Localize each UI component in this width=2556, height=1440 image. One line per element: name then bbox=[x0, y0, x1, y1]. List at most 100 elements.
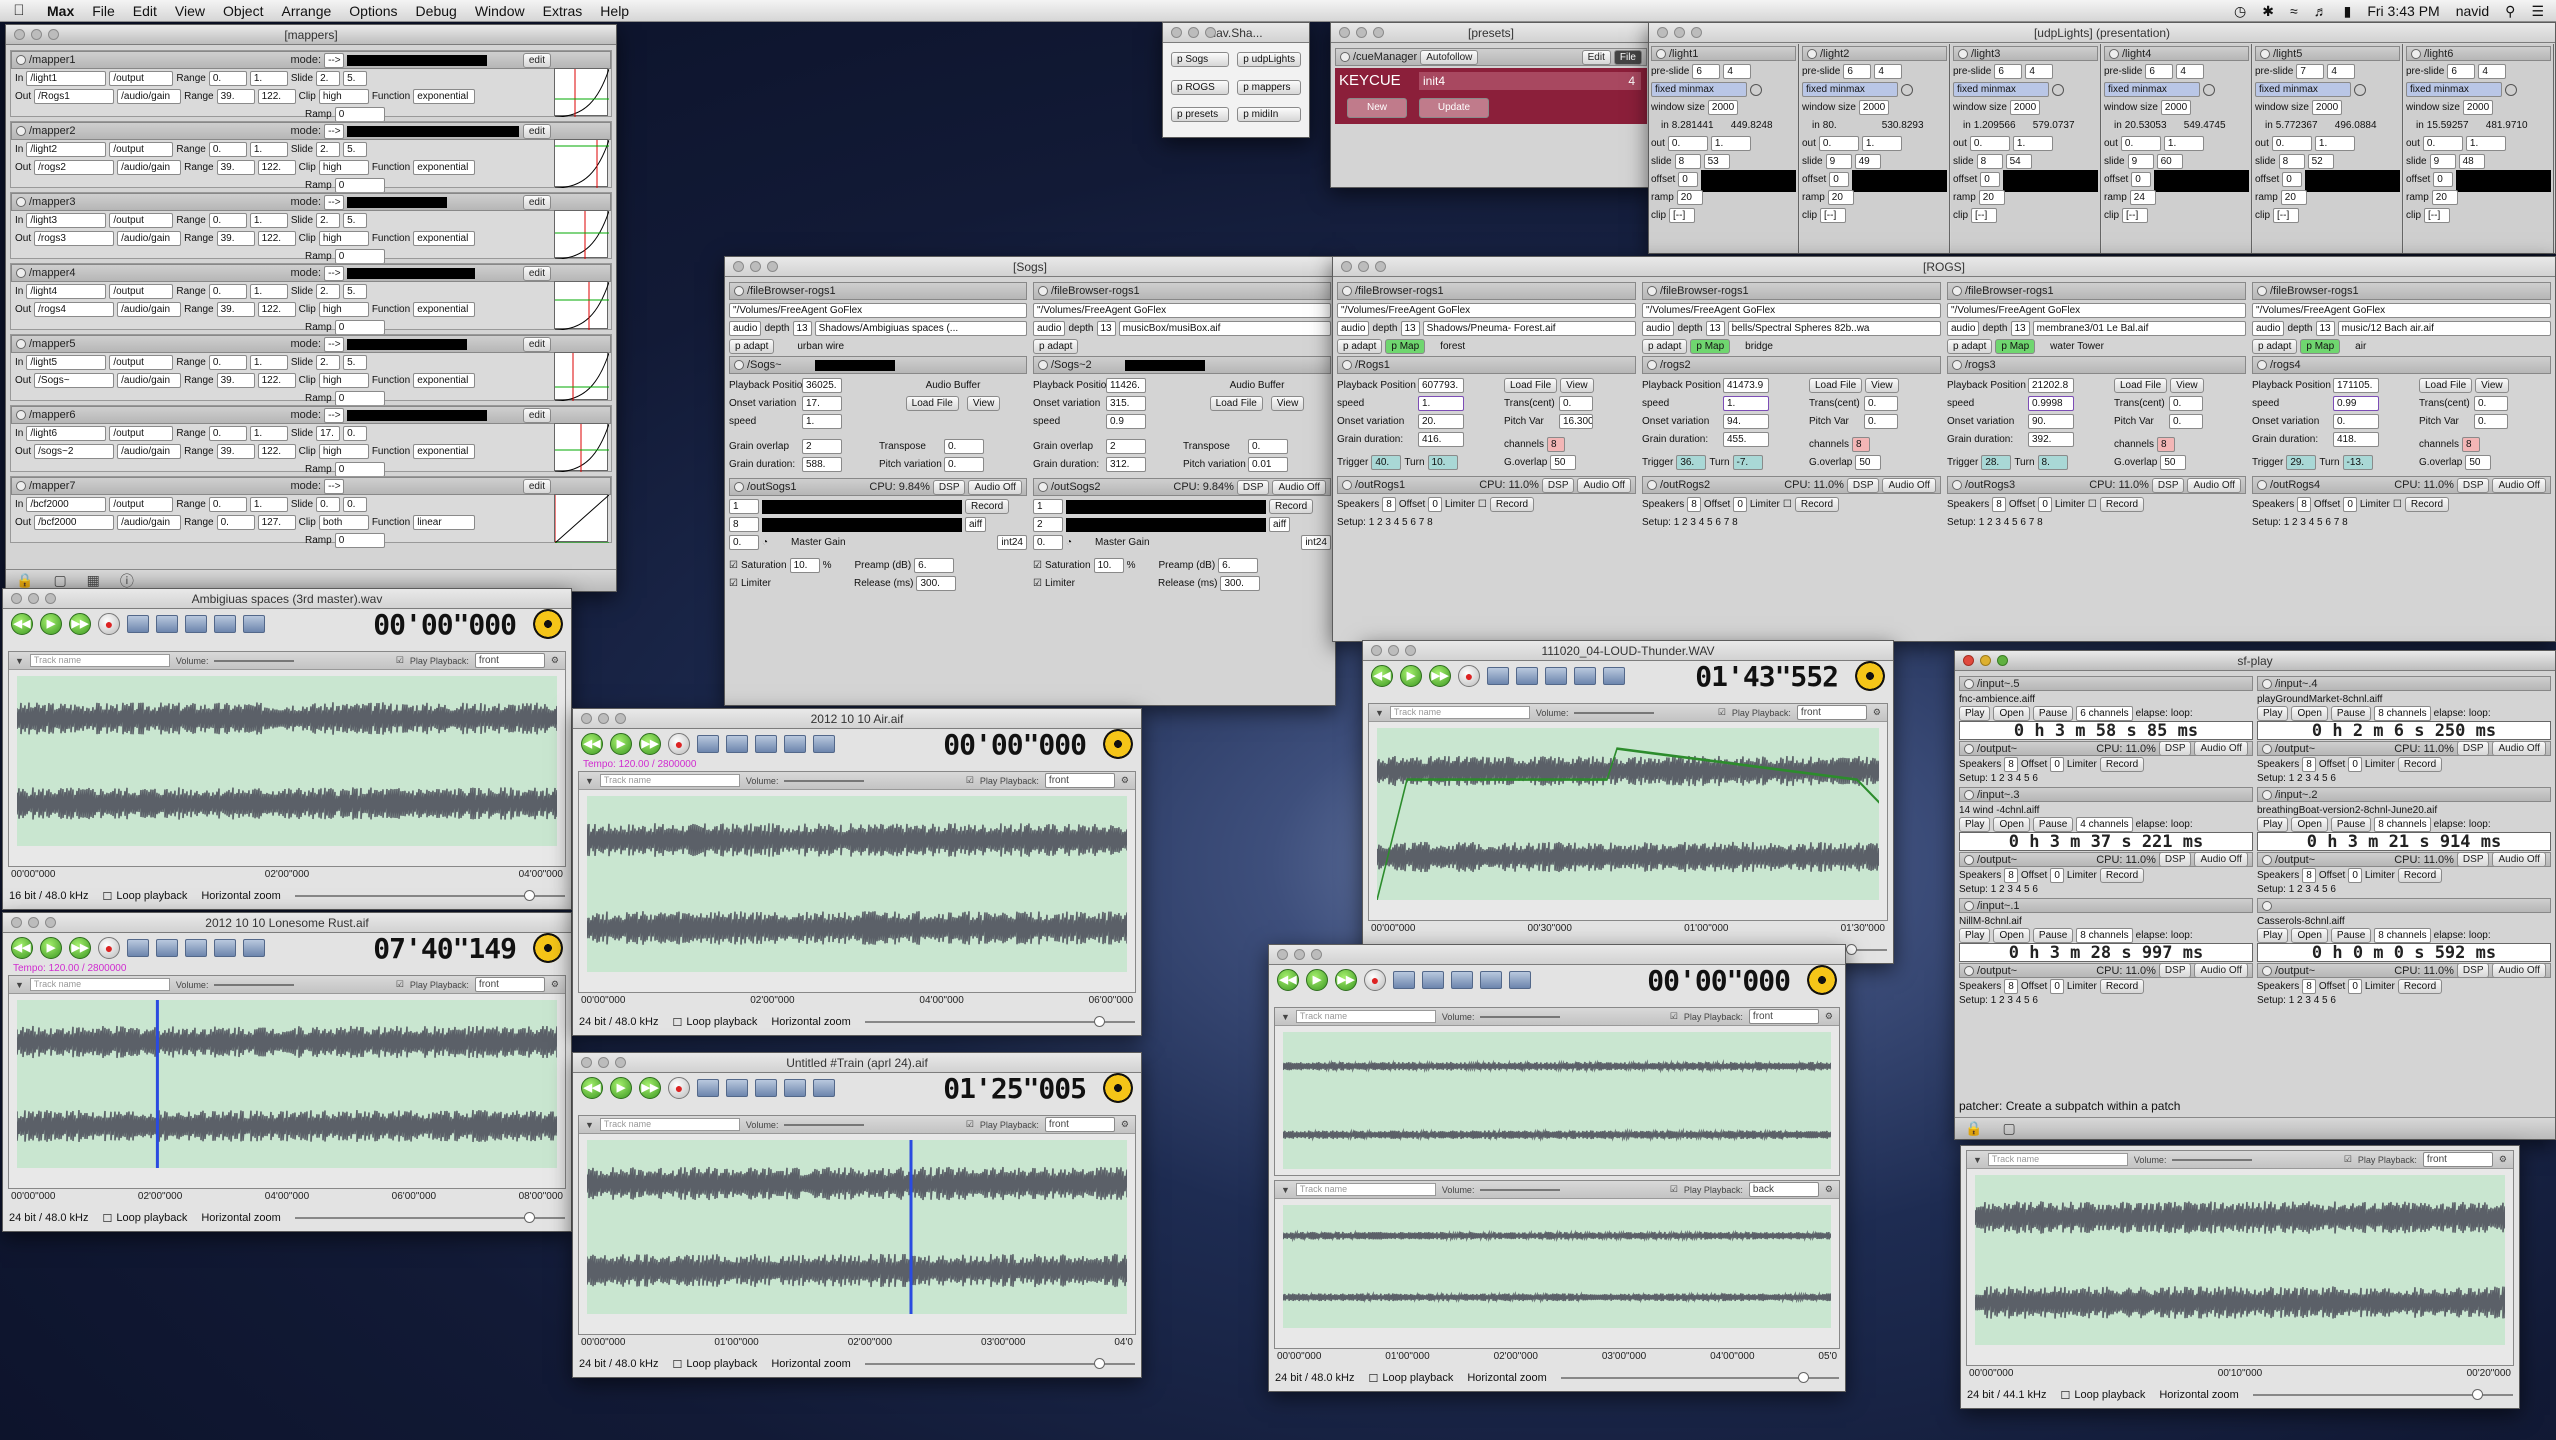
out-range-min-field[interactable]: 39. bbox=[216, 373, 255, 388]
player-titlebar[interactable] bbox=[1269, 945, 1845, 965]
nav-sogs-button[interactable]: p Sogs bbox=[1171, 52, 1230, 67]
lock-icon[interactable]: 🔒 bbox=[16, 572, 33, 589]
close-icon[interactable] bbox=[1342, 480, 1352, 490]
close-icon[interactable] bbox=[1952, 360, 1962, 370]
grain-duration-field[interactable]: 392. bbox=[2028, 432, 2074, 447]
release-field[interactable]: 300. bbox=[916, 576, 957, 591]
rogs-titlebar[interactable]: [ROGS] bbox=[1333, 257, 2555, 277]
grain-overlap-field[interactable]: 50 bbox=[1550, 455, 1577, 470]
preslide-field[interactable]: 6 bbox=[1994, 64, 2023, 79]
view-button[interactable]: View bbox=[1560, 378, 1594, 393]
audio-off-button[interactable]: Audio Off bbox=[2194, 963, 2248, 978]
mode-select[interactable]: fixed minmax bbox=[1953, 82, 2049, 97]
slide-up-field[interactable]: 2. bbox=[316, 355, 341, 370]
function-select[interactable]: exponential bbox=[413, 444, 476, 459]
player-titlebar[interactable]: 2012 10 10 Lonesome Rust.aif bbox=[3, 913, 571, 933]
preset-update-button[interactable]: Update bbox=[1419, 98, 1489, 118]
turn-field[interactable]: -13. bbox=[2342, 455, 2373, 470]
slide-down-field[interactable]: 5. bbox=[343, 142, 368, 157]
nav-titlebar[interactable]: nav.Sha... bbox=[1163, 23, 1309, 43]
load-file-button[interactable]: Load File bbox=[1504, 378, 1558, 393]
audio-off-button[interactable]: Audio Off bbox=[1577, 477, 1631, 493]
channels-select[interactable]: 4 channels bbox=[2076, 817, 2133, 832]
gain-field[interactable]: 0. bbox=[729, 535, 759, 550]
out-range-max-field[interactable]: 122. bbox=[257, 160, 296, 175]
release-field[interactable]: 300. bbox=[1220, 576, 1261, 591]
add-track-icon[interactable] bbox=[1487, 667, 1509, 685]
in-output-field[interactable]: /output bbox=[109, 142, 174, 157]
out-min-field[interactable]: 0. bbox=[2120, 136, 2161, 151]
channels-select[interactable]: 8 channels bbox=[2374, 706, 2431, 721]
channels-field[interactable]: 8 bbox=[1547, 437, 1566, 452]
preset-edit-button[interactable]: Edit bbox=[1581, 49, 1611, 65]
out-target-field[interactable]: /audio/gain bbox=[117, 515, 182, 530]
close-icon[interactable] bbox=[2262, 743, 2272, 754]
play-checkbox[interactable]: ☑ bbox=[1670, 1184, 1678, 1195]
mappers-titlebar[interactable]: [mappers] bbox=[6, 25, 616, 45]
close-icon[interactable] bbox=[1964, 789, 1974, 800]
record-icon[interactable]: ● bbox=[668, 1077, 690, 1099]
type-select[interactable]: audio bbox=[1337, 321, 1370, 336]
out-max-field[interactable]: 1. bbox=[2163, 136, 2204, 151]
file-select[interactable]: music/12 Bach air.aif bbox=[2337, 321, 2551, 336]
reset-toggle[interactable] bbox=[1750, 83, 1762, 96]
grain-overlap-field[interactable]: 50 bbox=[2465, 455, 2492, 470]
browser-path-field[interactable]: "/Volumes/FreeAgent GoFlex bbox=[1033, 303, 1331, 318]
out-range-min-field[interactable]: 39. bbox=[216, 444, 255, 459]
bit-depth-select[interactable]: int24 bbox=[1301, 535, 1331, 550]
grain-overlap-field[interactable]: 2 bbox=[1106, 439, 1146, 454]
preslide-field[interactable]: 7 bbox=[2296, 64, 2325, 79]
settings-icon[interactable] bbox=[784, 735, 806, 753]
menu-arrange[interactable]: Arrange bbox=[272, 3, 340, 19]
dsp-button[interactable]: DSP bbox=[932, 479, 966, 495]
radiation-icon[interactable] bbox=[1103, 1073, 1133, 1103]
browser-path-field[interactable]: "/Volumes/FreeAgent GoFlex bbox=[2252, 303, 2551, 318]
menubar-clock[interactable]: Fri 3:43 PM bbox=[2367, 3, 2439, 19]
range-min-field[interactable]: 0. bbox=[208, 497, 247, 512]
track-lane[interactable]: ▼ Track name Volume: ☑ Play Playback: front ⚙ bbox=[578, 771, 1136, 993]
play-icon[interactable]: ▶ bbox=[40, 937, 62, 959]
onset-variation-field[interactable]: 20. bbox=[1418, 414, 1464, 429]
mixer-icon[interactable] bbox=[185, 939, 207, 957]
ramp-field[interactable]: 20 bbox=[1676, 190, 1703, 205]
close-icon[interactable] bbox=[1964, 854, 1974, 865]
pitch-var-field[interactable]: 0. bbox=[1864, 414, 1898, 429]
type-select[interactable]: audio bbox=[2252, 321, 2285, 336]
speakers-field[interactable]: 8 bbox=[1382, 497, 1396, 512]
playback-select[interactable]: front bbox=[1044, 1117, 1115, 1132]
rewind-icon[interactable]: ◀◀ bbox=[581, 733, 603, 755]
close-icon[interactable] bbox=[734, 360, 744, 370]
speed-field[interactable]: 1. bbox=[1723, 396, 1769, 411]
out-address-field[interactable]: /rogs3 bbox=[34, 231, 115, 246]
onset-variation-field[interactable]: 315. bbox=[1106, 396, 1146, 411]
in-address-field[interactable]: /light2 bbox=[26, 142, 107, 157]
mode-select[interactable]: --> bbox=[324, 407, 345, 423]
slide-down-field[interactable]: 0. bbox=[343, 426, 368, 441]
waveform[interactable] bbox=[17, 676, 557, 846]
audio-off-button[interactable]: Audio Off bbox=[2492, 963, 2546, 978]
settings-icon[interactable] bbox=[1480, 971, 1502, 989]
turn-field[interactable]: -7. bbox=[1732, 455, 1763, 470]
speed-field[interactable]: 0.9998 bbox=[2028, 396, 2074, 411]
mixer-icon[interactable] bbox=[755, 735, 777, 753]
mode-select[interactable]: --> bbox=[324, 265, 345, 281]
autofollow-button[interactable]: Autofollow bbox=[1420, 49, 1479, 65]
close-icon[interactable] bbox=[1952, 286, 1962, 296]
ramp-field[interactable]: 0 bbox=[334, 320, 385, 335]
playback-position-field[interactable]: 11426. bbox=[1106, 378, 1146, 393]
slide-up-field[interactable]: 2. bbox=[316, 284, 341, 299]
mode-select[interactable]: --> bbox=[324, 336, 345, 352]
record-button[interactable]: Record bbox=[2099, 979, 2145, 994]
close-icon[interactable] bbox=[2262, 789, 2272, 800]
format-select[interactable]: aiff bbox=[1269, 517, 1291, 532]
slide-field-2[interactable]: 54 bbox=[2005, 154, 2032, 169]
range-min-field[interactable]: 0. bbox=[208, 142, 247, 157]
add-track-icon[interactable] bbox=[127, 939, 149, 957]
ramp-field[interactable]: 20 bbox=[2280, 190, 2307, 205]
ramp-field[interactable]: 0 bbox=[334, 533, 385, 548]
dsp-button[interactable]: DSP bbox=[1541, 477, 1575, 493]
map-button[interactable]: p Map bbox=[2300, 339, 2341, 354]
out-min-field[interactable]: 0. bbox=[2422, 136, 2463, 151]
track-lane[interactable]: ▼ Track name Volume: ☑ Play Playback: front ⚙ bbox=[578, 1115, 1136, 1335]
load-file-button[interactable]: Load File bbox=[2114, 378, 2168, 393]
